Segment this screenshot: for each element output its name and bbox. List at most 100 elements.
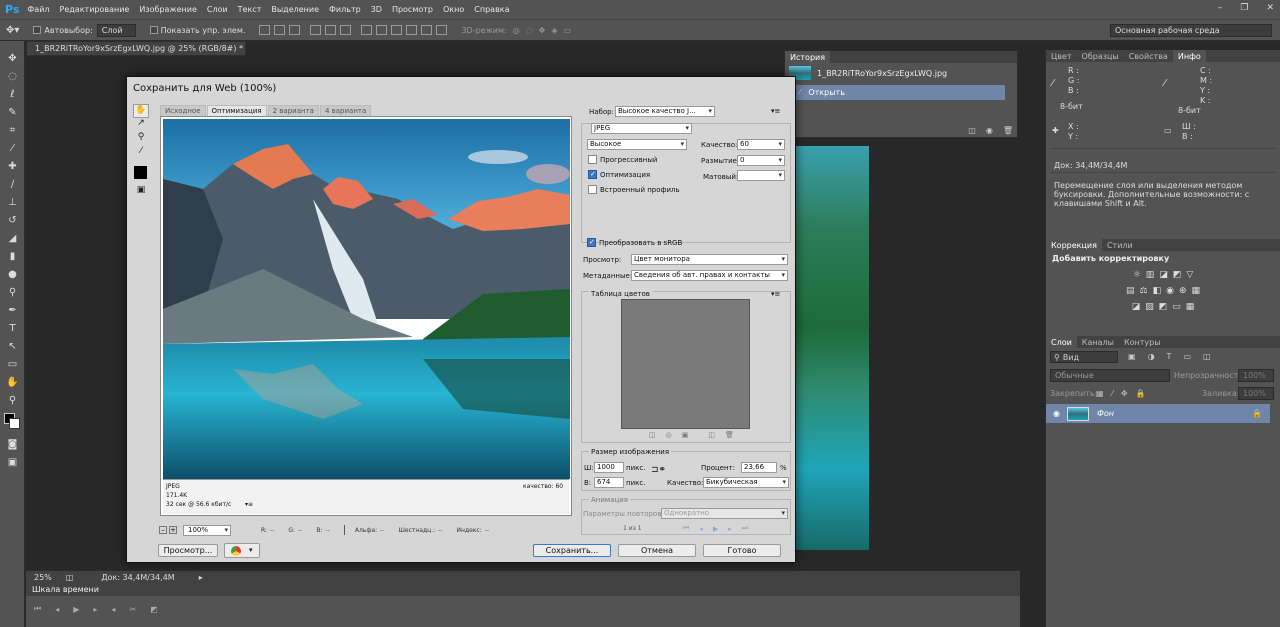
gradient-tool-icon[interactable]: ▮ (0, 247, 25, 265)
last-frame-icon[interactable]: ⏭ (742, 524, 748, 533)
minimize-icon[interactable]: – (1218, 3, 1223, 13)
browser-select[interactable]: ▾ (224, 543, 260, 558)
lock-color-icon[interactable]: ▣ (682, 431, 689, 439)
color-swatches[interactable] (0, 409, 24, 435)
distribute-vcenter-icon[interactable] (376, 25, 388, 35)
delete-color-icon[interactable]: 🗑 (725, 431, 734, 439)
tab-paths[interactable]: Контуры (1119, 336, 1166, 349)
levels-icon[interactable]: ▥ (1146, 270, 1155, 280)
history-step[interactable]: ⁄ Открыть (785, 85, 1005, 100)
dodge-tool-icon[interactable]: ⚲ (0, 283, 25, 301)
show-controls-checkbox[interactable] (149, 26, 158, 34)
channelmixer-icon[interactable]: ⊕ (1179, 286, 1187, 296)
quick-mask-icon[interactable]: ◙ (0, 435, 25, 453)
align-left-icon[interactable] (310, 25, 322, 35)
height-field[interactable]: 674 (594, 477, 624, 488)
quality-preset-select[interactable]: Высокое (587, 139, 687, 150)
colorlookup-icon[interactable]: ▦ (1192, 286, 1201, 296)
threshold-icon[interactable]: ◩ (1159, 302, 1168, 312)
hand-tool-icon[interactable]: ✋ (0, 373, 25, 391)
lock-paint-icon[interactable]: ⁄ (1112, 389, 1113, 398)
map-transparent-icon[interactable]: ◫ (649, 431, 656, 439)
blur-tool-icon[interactable]: ● (0, 265, 25, 283)
new-document-icon[interactable]: ◫ (968, 126, 976, 135)
blur-field[interactable]: 0 (737, 155, 785, 166)
distribute-hcenter-icon[interactable] (421, 25, 433, 35)
hue-icon[interactable]: ▤ (1126, 286, 1135, 296)
menu-3d[interactable]: 3D (371, 5, 382, 14)
zoom-in-icon[interactable]: + (169, 526, 177, 534)
brightness-icon[interactable]: ☼ (1133, 270, 1141, 280)
move-tool-icon[interactable]: ✥▾ (6, 25, 19, 36)
tab-layers[interactable]: Слои (1046, 335, 1077, 349)
scissors-icon[interactable]: ✂ (129, 605, 136, 614)
blend-mode-select[interactable]: Обычные (1050, 369, 1170, 382)
tab-info[interactable]: Инфо (1172, 49, 1206, 63)
history-brush-icon[interactable]: ↺ (0, 211, 25, 229)
lock-move-icon[interactable]: ✥ (1121, 389, 1128, 398)
path-select-tool-icon[interactable]: ↖ (0, 337, 25, 355)
tab-swatches[interactable]: Образцы (1077, 50, 1124, 63)
new-color-icon[interactable]: ◫ (708, 431, 715, 439)
percent-field[interactable]: 23,66 (741, 462, 777, 473)
preview-select[interactable]: Цвет монитора (631, 254, 788, 265)
shape-tool-icon[interactable]: ▭ (0, 355, 25, 373)
play-icon[interactable]: ▶ (713, 525, 718, 533)
menu-window[interactable]: Окно (443, 5, 464, 14)
width-field[interactable]: 1000 (594, 462, 624, 473)
preview-pane[interactable]: JPEG 171.4K 32 сек @ 56.6 кбит/с ▾≡ каче… (160, 116, 572, 516)
next-frame-icon[interactable]: ▸ (728, 525, 732, 533)
zoom-value[interactable]: 25% (34, 573, 52, 582)
filter-pixel-icon[interactable]: ▣ (1128, 352, 1136, 361)
distribute-right-icon[interactable] (436, 25, 448, 35)
filter-shape-icon[interactable]: ▭ (1183, 352, 1191, 361)
mode3d-icons[interactable]: ◎◌✥◈▭ (513, 26, 577, 35)
web-shift-icon[interactable]: ◎ (666, 431, 672, 439)
distribute-left-icon[interactable] (406, 25, 418, 35)
menu-help[interactable]: Справка (474, 5, 509, 14)
tab-adjustments[interactable]: Коррекция (1046, 238, 1102, 252)
background-color[interactable] (9, 418, 20, 429)
lock-all-icon[interactable]: 🔒 (1136, 389, 1146, 398)
trash-icon[interactable]: 🗑 (1003, 126, 1013, 135)
convert-srgb-checkbox[interactable] (587, 238, 596, 247)
align-vcenter-icon[interactable] (274, 25, 286, 35)
close-icon[interactable]: ✕ (1266, 3, 1274, 13)
distribute-bottom-icon[interactable] (391, 25, 403, 35)
tab-color[interactable]: Цвет (1046, 50, 1077, 63)
zoom-tool-icon[interactable]: ⚲ (0, 391, 25, 409)
preset-menu-icon[interactable]: ▾≡ (771, 107, 780, 115)
marquee-tool-icon[interactable]: ◌ (0, 67, 25, 85)
tab-history[interactable]: История (785, 50, 831, 64)
history-snapshot[interactable]: 1_BR2RiTRoYor9xSrzEgxLWQ.jpg (785, 63, 1017, 83)
screen-mode-icon[interactable]: ▣ (0, 453, 25, 471)
colorbalance-icon[interactable]: ⚖ (1140, 286, 1148, 296)
progressive-checkbox[interactable] (588, 155, 597, 164)
snapshot-icon[interactable]: ◉ (986, 126, 993, 135)
play-icon[interactable]: ▶ (73, 605, 79, 614)
lasso-tool-icon[interactable]: ℓ (0, 85, 25, 103)
optimized-checkbox[interactable] (588, 170, 597, 179)
photofilter-icon[interactable]: ◉ (1166, 286, 1174, 296)
loop-select[interactable]: Однократно (661, 508, 788, 519)
quick-select-tool-icon[interactable]: ✎ (0, 103, 25, 121)
pen-tool-icon[interactable]: ✒ (0, 301, 25, 319)
autoselect-checkbox[interactable] (33, 26, 42, 34)
transition-icon[interactable]: ◩ (150, 605, 158, 614)
matte-field[interactable] (737, 170, 785, 181)
layer-row[interactable]: ◉ Фон 🔒 (1046, 404, 1270, 423)
first-frame-icon[interactable]: ⏮ (683, 524, 689, 533)
filter-smart-icon[interactable]: ◫ (1203, 352, 1211, 361)
bw-icon[interactable]: ◧ (1153, 286, 1162, 296)
invert-icon[interactable]: ◪ (1132, 302, 1141, 312)
done-button[interactable]: Готово (703, 544, 781, 557)
tab-channels[interactable]: Каналы (1077, 336, 1119, 349)
menu-text[interactable]: Текст (238, 5, 262, 14)
embed-profile-checkbox[interactable] (588, 185, 597, 194)
status-arrow-icon[interactable]: ▸ (199, 573, 203, 582)
align-bottom-icon[interactable] (289, 25, 301, 35)
eyedropper-tool-icon[interactable]: ⁄ (0, 139, 25, 157)
align-top-icon[interactable] (259, 25, 271, 35)
type-tool-icon[interactable]: T (0, 319, 25, 337)
filter-text-icon[interactable]: T (1167, 352, 1172, 361)
